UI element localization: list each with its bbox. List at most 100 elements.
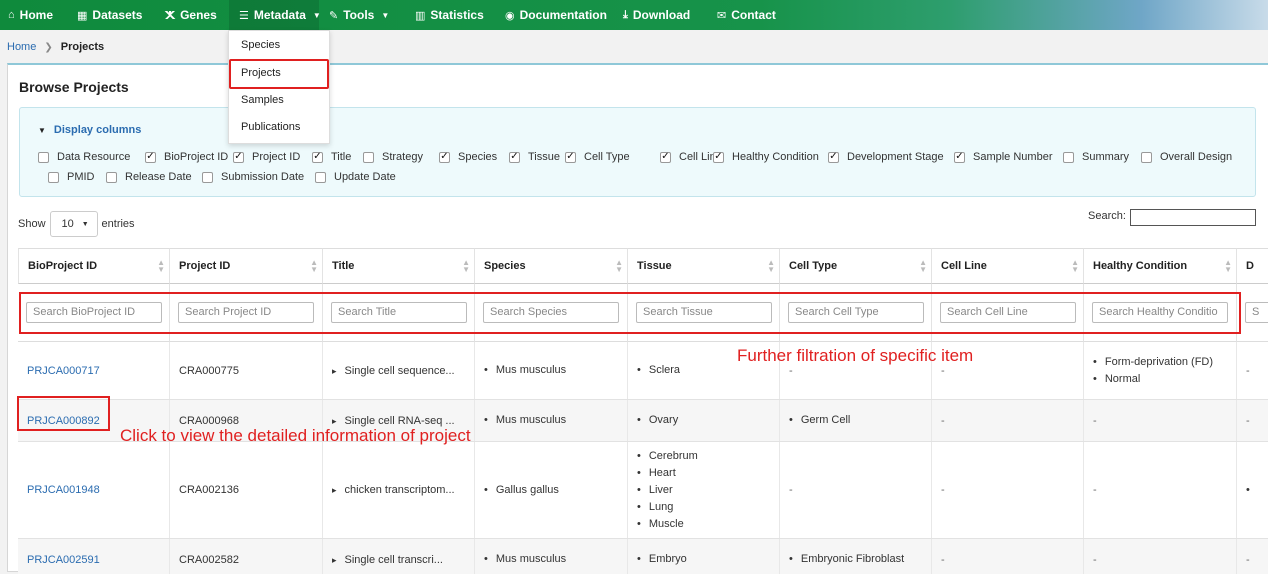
nav-download[interactable]: ⤓ Download <box>613 0 707 30</box>
column-checkbox-bioproject-id[interactable]: ✓ BioProject ID <box>145 151 228 163</box>
checkbox-label: Submission Date <box>221 171 305 183</box>
value-list: Embryo <box>637 551 687 568</box>
column-header-d[interactable]: D <box>1237 248 1268 284</box>
value-list: Mus musculus <box>484 362 566 379</box>
bioproject-link[interactable]: PRJCA002591 <box>27 554 100 566</box>
cell-title: chicken transcriptom... <box>323 442 475 538</box>
bioproject-link[interactable]: PRJCA000717 <box>27 365 100 377</box>
cell-value: • <box>1246 484 1250 496</box>
nav-statistics[interactable]: ▥ Statistics <box>405 0 495 30</box>
nav-contact[interactable]: ✉ Contact <box>707 0 777 30</box>
column-header-title[interactable]: Title ▲ ▼ <box>323 248 475 284</box>
cell-title: Single cell transcri... <box>323 539 475 574</box>
value-list: Mus musculus <box>484 551 566 568</box>
column-checkbox-species[interactable]: ✓ Species <box>439 151 497 163</box>
list-item: Embryo <box>637 551 687 568</box>
title-expand[interactable]: Single cell RNA-seq ... <box>332 415 455 427</box>
statistics-icon: ▥ <box>415 9 426 22</box>
nav-label: Genes <box>180 8 217 22</box>
breadcrumb-home-link[interactable]: Home <box>7 41 36 53</box>
list-item: Lung <box>637 499 698 516</box>
column-checkbox-cell-type[interactable]: ✓ Cell Type <box>565 151 630 163</box>
nav-genes[interactable]: ⵅ Genes <box>155 0 229 30</box>
breadcrumb-current: Projects <box>60 41 105 53</box>
column-header-species[interactable]: Species ▲ ▼ <box>475 248 628 284</box>
list-item: Muscle <box>637 516 698 533</box>
checkmark-icon: ✓ <box>312 151 323 163</box>
column-checkbox-strategy[interactable]: Strategy <box>363 151 423 163</box>
home-icon: ⌂ <box>8 9 15 21</box>
checkbox-icon <box>1063 151 1074 163</box>
cell-project: CRA002136 <box>170 442 323 538</box>
display-columns-box: ▼ Display columns Data Resource ✓ BioProjec… <box>19 107 1256 197</box>
header-label: Cell Type <box>789 260 838 272</box>
bioproject-link[interactable]: PRJCA001948 <box>27 484 100 496</box>
search-label: Search: <box>1088 210 1126 222</box>
column-checkbox-tissue[interactable]: ✓ Tissue <box>509 151 560 163</box>
column-checkbox-healthy-condition[interactable]: ✓ Healthy Condition <box>713 151 819 163</box>
column-checkbox-title[interactable]: ✓ Title <box>312 151 351 163</box>
menu-item-publications[interactable]: Publications <box>241 121 300 133</box>
column-checkbox-release-date[interactable]: Release Date <box>106 171 192 183</box>
cell-cell-type: Germ Cell <box>780 400 932 441</box>
nav-tools[interactable]: ✎ Tools ▼ <box>319 0 405 30</box>
cell-bioproject: PRJCA001948 <box>18 442 170 538</box>
checkmark-icon: ✓ <box>660 151 671 163</box>
column-header-bioproject-id[interactable]: BioProject ID ▲ ▼ <box>18 248 170 284</box>
display-columns-toggle[interactable]: ▼ Display columns <box>38 124 141 136</box>
column-checkbox-submission-date[interactable]: Submission Date <box>202 171 304 183</box>
nav-label: Documentation <box>519 8 607 22</box>
title-expand[interactable]: Single cell sequence... <box>332 365 455 377</box>
checkbox-icon <box>315 171 326 183</box>
column-header-cell-type[interactable]: Cell Type ▲ ▼ <box>780 248 932 284</box>
title-expand[interactable]: chicken transcriptom... <box>332 484 455 496</box>
nav-documentation[interactable]: ◉ Documentation <box>495 0 613 30</box>
column-header-cell-line[interactable]: Cell Line ▲ ▼ <box>932 248 1084 284</box>
page-title: Browse Projects <box>19 79 129 95</box>
cell-dev: - <box>1237 342 1268 399</box>
nav-datasets[interactable]: ▦ Datasets <box>67 0 155 30</box>
menu-item-samples[interactable]: Samples <box>241 94 284 106</box>
checkbox-label: Title <box>331 151 352 163</box>
show-entries-control: Show 10 ▼ entries <box>18 211 135 237</box>
nav-metadata[interactable]: ☰ Metadata ▼ <box>229 0 321 30</box>
cell-value: - <box>1246 414 1250 427</box>
nav-home[interactable]: ⌂ Home <box>6 0 67 30</box>
column-checkbox-development-stage[interactable]: ✓ Development Stage <box>828 151 944 163</box>
column-checkbox-pmid[interactable]: PMID <box>48 171 95 183</box>
cell-bioproject: PRJCA002591 <box>18 539 170 574</box>
datasets-icon: ▦ <box>77 9 88 22</box>
column-header-project-id[interactable]: Project ID ▲ ▼ <box>170 248 323 284</box>
title-expand[interactable]: Single cell transcri... <box>332 554 443 566</box>
nav-label: Metadata <box>253 8 306 22</box>
checkmark-icon: ✓ <box>828 151 839 163</box>
filter-input-d[interactable]: S <box>1245 302 1268 323</box>
column-checkbox-overall-design[interactable]: Overall Design <box>1141 151 1232 163</box>
checkmark-icon: ✓ <box>954 151 965 163</box>
column-checkbox-data-resource[interactable]: Data Resource <box>38 151 130 163</box>
column-checkbox-project-id[interactable]: ✓ Project ID <box>233 151 300 163</box>
menu-item-species[interactable]: Species <box>241 39 280 51</box>
column-header-healthy-condition[interactable]: Healthy Condition ▲ ▼ <box>1084 248 1237 284</box>
cell-title: Single cell sequence... <box>323 342 475 399</box>
checkmark-icon: ✓ <box>509 151 520 163</box>
nav-label: Tools <box>343 8 375 22</box>
column-checkbox-update-date[interactable]: Update Date <box>315 171 396 183</box>
cell-value: - <box>1093 484 1097 496</box>
column-header-tissue[interactable]: Tissue ▲ ▼ <box>628 248 780 284</box>
entries-select[interactable]: 10 ▼ <box>49 211 98 237</box>
cell-tissue: Embryo <box>628 539 780 574</box>
value-list: Gallus gallus <box>484 482 559 499</box>
cell-species: Mus musculus <box>475 400 628 441</box>
checkbox-label: Summary <box>1082 151 1130 163</box>
projects-highlight-box <box>229 59 329 89</box>
metadata-icon: ☰ <box>239 9 249 22</box>
entries-label: entries <box>101 218 135 230</box>
bioproject-highlight-box <box>17 396 110 431</box>
column-checkbox-sample-number[interactable]: ✓ Sample Number <box>954 151 1052 163</box>
search-input[interactable] <box>1130 209 1256 226</box>
cell-cell-type: Embryonic Fibroblast <box>780 539 932 574</box>
column-checkbox-summary[interactable]: Summary <box>1063 151 1129 163</box>
sort-icon: ▲ ▼ <box>310 258 318 274</box>
list-item: Gallus gallus <box>484 482 559 499</box>
